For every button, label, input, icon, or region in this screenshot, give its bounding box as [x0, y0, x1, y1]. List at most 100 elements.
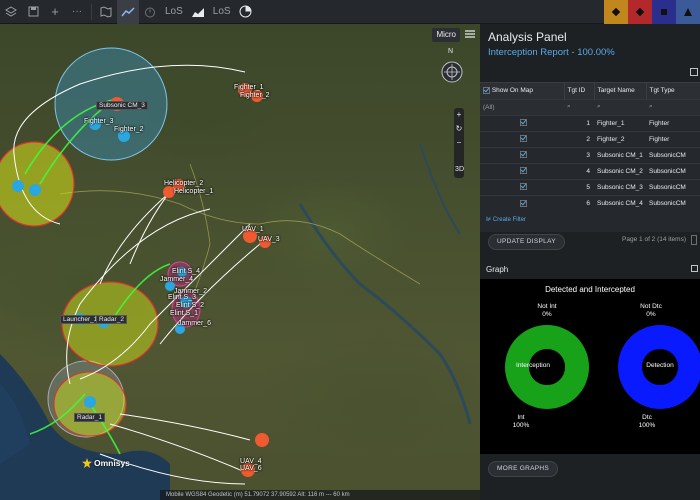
label-launcher-1: Launcher_1	[60, 315, 101, 324]
tgt-id-cell: 5	[564, 178, 594, 195]
dial-icon[interactable]	[235, 0, 257, 24]
zoom-out-button[interactable]: −	[454, 136, 464, 150]
show-on-map-checkbox[interactable]	[520, 183, 527, 191]
left-top-label: Not Int	[537, 303, 557, 310]
layer-tile-navy-icon[interactable]	[652, 0, 676, 24]
target-table: Show On Map Tgt ID Target Name Tgt Type …	[480, 82, 700, 232]
label-helicopter-2: Helicopter_2	[164, 180, 204, 187]
show-on-map-cell[interactable]	[480, 114, 564, 131]
tgt-id-cell: 1	[564, 114, 594, 131]
analysis-panel: Analysis Panel Interception Report - 100…	[480, 24, 700, 500]
target-name-cell: Subsonic CM_2	[594, 162, 646, 179]
table-row[interactable]: 1 Fighter_1 Fighter	[480, 114, 700, 131]
select-all-checkbox[interactable]	[483, 87, 490, 95]
tgt-type-cell: SubsonicCM	[646, 162, 700, 179]
app-window: + ··· LoS LoS Fighter_1 Fighter_2 Subson…	[0, 0, 700, 500]
layer-tile-blue-icon[interactable]	[676, 0, 700, 24]
label-elint-2: Elint S_2	[176, 302, 205, 309]
tgt-id-cell: 6	[564, 194, 594, 211]
show-on-map-checkbox[interactable]	[520, 167, 527, 175]
filter-select[interactable]: (All)	[480, 98, 564, 115]
logo-text: Omnisys	[94, 458, 130, 468]
donut-graph: Detected and Intercepted Not Int 0% Inte…	[480, 279, 700, 454]
right-center-label: Detection	[646, 362, 674, 369]
col-target-name[interactable]: Target Name	[594, 83, 647, 99]
more-graphs-button[interactable]: MORE GRAPHS	[488, 461, 559, 477]
save-icon[interactable]	[22, 0, 44, 24]
col-tgt-id[interactable]: Tgt ID	[564, 83, 595, 99]
label-jammer-4: Jammer_4	[160, 276, 194, 283]
tgt-id-cell: 4	[564, 162, 594, 179]
star-logo-icon	[82, 458, 92, 468]
show-on-map-cell[interactable]	[480, 162, 564, 179]
create-filter-link[interactable]: ⊯ Create Filter	[486, 216, 526, 223]
filter-type-search-icon[interactable]: ⌕	[646, 98, 700, 115]
layers-icon[interactable]	[0, 0, 22, 24]
update-display-button[interactable]: UPDATE DISPLAY	[488, 234, 565, 250]
tgt-id-cell: 3	[564, 146, 594, 163]
tgt-type-cell: Fighter	[646, 130, 700, 147]
tgt-type-cell: SubsonicCM	[646, 146, 700, 163]
pager-text: Page 1 of 2 (14 items)	[622, 236, 686, 243]
map-edit-icon[interactable]	[95, 0, 117, 24]
table-row[interactable]: 2 Fighter_2 Fighter	[480, 130, 700, 147]
plus-icon[interactable]: +	[44, 0, 66, 24]
filter-row: (All) ⌕ ⌕ ⌕	[480, 98, 700, 115]
target-name-cell: Fighter_2	[594, 130, 646, 147]
pager-control[interactable]	[691, 235, 697, 245]
table-row[interactable]: 5 Subsonic CM_3 SubsonicCM	[480, 178, 700, 195]
more-icon[interactable]: ···	[66, 0, 88, 24]
rotate-icon[interactable]: ↻	[454, 122, 464, 136]
graph-header: Graph	[486, 265, 509, 274]
label-uav-4: UAV_4	[240, 458, 262, 465]
view-3d-button[interactable]: 3D	[455, 166, 464, 173]
zoom-in-button[interactable]: +	[454, 108, 464, 122]
report-subtitle: Interception Report - 100.00%	[488, 47, 615, 58]
graph-expand-icon[interactable]	[691, 265, 698, 272]
line-chart-icon[interactable]	[117, 0, 139, 24]
los-button-2[interactable]: LoS	[209, 0, 235, 24]
label-fighter-2: Fighter_2	[240, 92, 270, 99]
filter-id-search-icon[interactable]: ⌕	[564, 98, 594, 115]
compass-icon	[441, 61, 463, 83]
layer-tile-red-icon[interactable]	[628, 0, 652, 24]
map-view[interactable]: Fighter_1 Fighter_2 Subsonic CM_3 Fighte…	[0, 24, 480, 500]
label-radar-1: Radar_1	[74, 413, 105, 422]
border-line	[59, 190, 421, 285]
show-on-map-checkbox[interactable]	[520, 199, 527, 207]
expand-icon[interactable]	[690, 68, 698, 76]
col-show-on-map[interactable]: Show On Map	[480, 83, 565, 99]
tgt-id-cell: 2	[564, 130, 594, 147]
river	[298, 203, 472, 425]
show-on-map-checkbox[interactable]	[520, 151, 527, 159]
show-on-map-cell[interactable]	[480, 194, 564, 211]
toolbar-tiles	[604, 0, 700, 24]
tgt-type-cell: SubsonicCM	[646, 178, 700, 195]
col-tgt-type[interactable]: Tgt Type	[646, 83, 700, 99]
table-row[interactable]: 3 Subsonic CM_1 SubsonicCM	[480, 146, 700, 163]
compass-widget[interactable]: N	[438, 48, 466, 84]
timer-icon[interactable]	[139, 0, 161, 24]
show-on-map-checkbox[interactable]	[520, 119, 527, 127]
label-uav-3: UAV_3	[258, 236, 280, 243]
layer-tile-orange-icon[interactable]	[604, 0, 628, 24]
label-uav-1: UAV_1	[242, 226, 264, 233]
los-button[interactable]: LoS	[161, 0, 187, 24]
left-center-label: Interception	[516, 362, 550, 369]
top-toolbar: + ··· LoS LoS	[0, 0, 700, 24]
filter-name-search-icon[interactable]: ⌕	[594, 98, 646, 115]
show-on-map-checkbox[interactable]	[520, 135, 527, 143]
label-fighter-3: Fighter_3	[84, 118, 114, 125]
label-helicopter-1: Helicopter_1	[174, 188, 214, 195]
show-on-map-cell[interactable]	[480, 130, 564, 147]
show-on-map-cell[interactable]	[480, 178, 564, 195]
table-row[interactable]: 4 Subsonic CM_2 SubsonicCM	[480, 162, 700, 179]
show-on-map-cell[interactable]	[480, 146, 564, 163]
table-row[interactable]: 6 Subsonic CM_4 SubsonicCM	[480, 194, 700, 211]
panel-title: Analysis Panel	[488, 30, 567, 44]
area-chart-icon[interactable]	[187, 0, 209, 24]
hamburger-menu-icon[interactable]	[464, 28, 476, 40]
omnisys-logo: Omnisys	[82, 458, 130, 468]
map-status-bar: Mobile WGS84 Geodetic (m) 51.79072 37.90…	[160, 490, 480, 500]
micro-mode-button[interactable]: Micro	[432, 28, 460, 42]
